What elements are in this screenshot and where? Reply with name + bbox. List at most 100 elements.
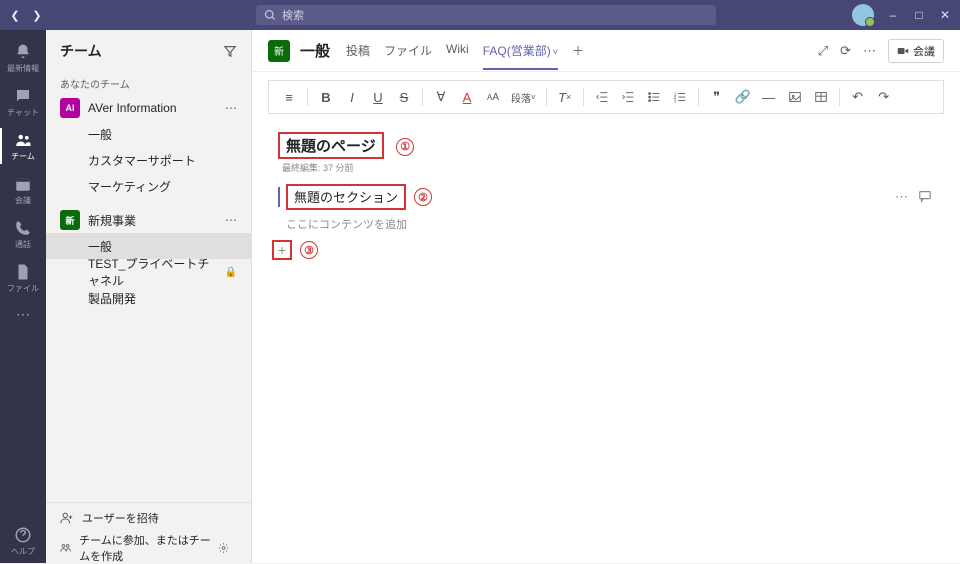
section-indicator xyxy=(278,187,280,207)
channel-dev[interactable]: 製品開発 xyxy=(46,285,251,311)
strike-button[interactable]: S xyxy=(392,85,416,109)
chevron-down-icon: ˅ xyxy=(553,47,558,57)
outdent-button[interactable] xyxy=(590,85,614,109)
refresh-icon[interactable]: ⟳ xyxy=(840,43,851,59)
hr-button[interactable]: ― xyxy=(757,85,781,109)
rail-more[interactable]: ⋯ xyxy=(0,300,46,328)
rail-activity-label: 最新情報 xyxy=(7,63,39,74)
team-shinki-label: 新規事業 xyxy=(88,212,136,229)
rail-calls[interactable]: 通話 xyxy=(0,212,46,256)
number-list-button[interactable]: 123 xyxy=(668,85,692,109)
rail-files[interactable]: ファイル xyxy=(0,256,46,300)
meet-label: 会議 xyxy=(913,43,935,59)
team-shinki[interactable]: 新 新規事業 ⋯ xyxy=(46,207,251,233)
section-title: 無題のセクション xyxy=(294,190,398,205)
rail-meetings-label: 会議 xyxy=(15,195,31,206)
highlight-button[interactable]: ∀ xyxy=(429,85,453,109)
callout-1: ① xyxy=(396,138,414,156)
indent-button[interactable] xyxy=(616,85,640,109)
teams-icon xyxy=(14,131,32,149)
lock-icon: 🔒 xyxy=(225,267,237,278)
rail-teams-label: チーム xyxy=(11,151,35,162)
avatar[interactable] xyxy=(852,4,874,26)
nav-back-icon[interactable]: ❮ xyxy=(8,8,22,22)
team-more-icon[interactable]: ⋯ xyxy=(225,101,237,115)
callout-2: ② xyxy=(414,188,432,206)
gear-icon[interactable] xyxy=(218,541,229,555)
rail-teams[interactable]: チーム xyxy=(0,124,46,168)
window-close-icon[interactable]: ✕ xyxy=(938,8,952,22)
redo-button[interactable]: ↷ xyxy=(872,85,896,109)
section-more-icon[interactable]: ⋯ xyxy=(895,189,908,206)
rail-calls-label: 通話 xyxy=(15,239,31,250)
invite-users[interactable]: ユーザーを招待 xyxy=(46,503,251,533)
rail-activity[interactable]: 最新情報 xyxy=(0,36,46,80)
bell-icon xyxy=(14,43,32,61)
rail-help-label: ヘルプ xyxy=(11,546,35,557)
rail-meetings[interactable]: 会議 xyxy=(0,168,46,212)
svg-text:3: 3 xyxy=(674,98,677,103)
quote-button[interactable]: ❞ xyxy=(705,85,729,109)
team-aver[interactable]: AI AVer Information ⋯ xyxy=(46,95,251,121)
team-shinki-icon: 新 xyxy=(60,210,80,230)
table-button[interactable] xyxy=(809,85,833,109)
rail-help[interactable]: ヘルプ xyxy=(0,519,46,563)
rail-files-label: ファイル xyxy=(7,283,39,294)
paragraph-button[interactable]: 段落 ˅ xyxy=(507,85,540,109)
section-title-box[interactable]: 無題のセクション xyxy=(286,184,406,210)
channel-icon: 新 xyxy=(268,40,290,62)
bold-button[interactable]: B xyxy=(314,85,338,109)
page-title-box[interactable]: 無題のページ xyxy=(278,132,384,159)
more-icon[interactable]: ⋯ xyxy=(863,43,876,59)
calendar-icon xyxy=(14,175,32,193)
fontsize-button[interactable]: AA xyxy=(481,85,505,109)
video-icon xyxy=(897,45,909,57)
section-comment-icon[interactable] xyxy=(918,189,932,206)
tab-wiki[interactable]: Wiki xyxy=(446,32,469,70)
tab-files[interactable]: ファイル xyxy=(384,32,432,70)
clear-format-button[interactable]: T× xyxy=(553,85,577,109)
channel-name: 一般 xyxy=(300,40,330,61)
channel-general-1[interactable]: 一般 xyxy=(46,121,251,147)
search-placeholder: 検索 xyxy=(282,7,304,23)
join-icon xyxy=(60,541,71,555)
underline-button[interactable]: U xyxy=(366,85,390,109)
nav-forward-icon[interactable]: ❯ xyxy=(30,8,44,22)
callout-3: ③ xyxy=(300,241,318,259)
rail-chat[interactable]: チャット xyxy=(0,80,46,124)
channel-support[interactable]: カスタマーサポート xyxy=(46,147,251,173)
editor-toolbar: ≡ B I U S ∀ A AA 段落 ˅ T× 123 ❞ 🔗 ― ↶ xyxy=(268,80,944,114)
chat-icon xyxy=(14,87,32,105)
filter-icon[interactable] xyxy=(223,44,237,58)
image-button[interactable] xyxy=(783,85,807,109)
undo-button[interactable]: ↶ xyxy=(846,85,870,109)
italic-button[interactable]: I xyxy=(340,85,364,109)
fontcolor-button[interactable]: A xyxy=(455,85,479,109)
teams-section-label: あなたのチーム xyxy=(46,72,251,95)
content-placeholder[interactable]: ここにコンテンツを追加 xyxy=(286,216,944,232)
add-tab[interactable]: ＋ xyxy=(572,32,584,70)
team-more-icon[interactable]: ⋯ xyxy=(225,213,237,227)
file-icon xyxy=(14,263,32,281)
window-maximize-icon[interactable]: □ xyxy=(912,8,926,22)
add-section-button[interactable]: + xyxy=(272,240,292,260)
link-button[interactable]: 🔗 xyxy=(731,85,755,109)
join-create-team[interactable]: チームに参加、またはチームを作成 xyxy=(46,533,251,563)
rail-chat-label: チャット xyxy=(7,107,39,118)
join-label: チームに参加、またはチームを作成 xyxy=(79,532,218,564)
window-minimize-icon[interactable]: – xyxy=(886,8,900,22)
search-input[interactable]: 検索 xyxy=(256,5,716,25)
team-aver-label: AVer Information xyxy=(88,101,177,115)
hamburger-icon[interactable]: ≡ xyxy=(277,85,301,109)
search-icon xyxy=(264,9,276,21)
page-title: 無題のページ xyxy=(286,138,376,155)
last-edited: 最終編集: 37 分前 xyxy=(282,161,944,174)
tab-faq[interactable]: FAQ(営業部)˅ xyxy=(483,32,558,70)
meet-button[interactable]: 会議 xyxy=(888,39,944,63)
tab-posts[interactable]: 投稿 xyxy=(346,32,370,70)
channel-marketing[interactable]: マーケティング xyxy=(46,173,251,199)
bullet-list-button[interactable] xyxy=(642,85,666,109)
channel-private[interactable]: TEST_プライベートチャネル🔒 xyxy=(46,259,251,285)
team-aver-icon: AI xyxy=(60,98,80,118)
expand-icon[interactable]: ⤢ xyxy=(818,43,828,59)
